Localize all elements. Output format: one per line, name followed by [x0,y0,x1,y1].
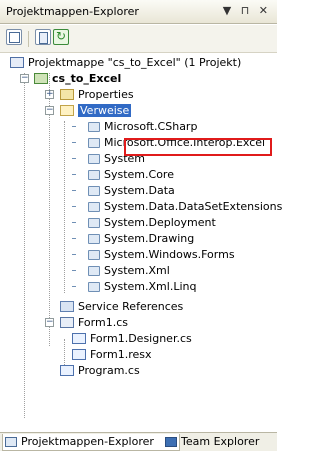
cs-file-icon [72,333,86,344]
tree-line [24,73,25,418]
service-references-node[interactable]: Service References [60,299,183,315]
reference-icon [88,218,100,228]
solution-icon [10,57,24,68]
resx-file-icon [72,349,86,360]
program-label: Program.cs [78,364,140,377]
tab-label: Team Explorer [181,435,260,448]
program-node[interactable]: Program.cs [60,363,140,379]
collapse-project-icon[interactable]: − [20,74,29,83]
tab-team-explorer[interactable]: Team Explorer [163,434,259,450]
project-node[interactable]: cs_to_Excel [34,71,121,87]
panel-titlebar: Projektmappen-Explorer ▼ ⊓ ✕ [0,0,277,24]
form-child-label: Form1.resx [90,348,152,361]
reference-label: Microsoft.CSharp [104,120,198,133]
reference-icon [88,170,100,180]
solution-explorer-icon [5,437,17,447]
reference-label: System.Xml [104,264,170,277]
panel-window-controls[interactable]: ▼ ⊓ ✕ [223,4,271,17]
reference-icon [88,282,100,292]
reference-icon [88,186,100,196]
open-folder-icon [60,105,74,116]
properties-label: Properties [78,88,134,101]
reference-icon [88,250,100,260]
form-child-node[interactable]: Form1.Designer.cs [72,331,192,347]
reference-label: System.Windows.Forms [104,248,235,261]
highlight-box [124,138,272,156]
references-label: Verweise [78,104,132,117]
references-node[interactable]: Verweise [60,103,132,119]
reference-item[interactable]: System.Drawing [72,231,194,247]
reference-icon [88,202,100,212]
bottom-tabs: Projektmappen-Explorer Team Explorer [0,432,277,451]
solution-node[interactable]: Projektmappe "cs_to_Excel" (1 Projekt) [10,55,241,71]
collapse-form-icon[interactable]: − [45,318,54,327]
team-explorer-icon [165,437,177,447]
toolbar-separator [28,31,29,47]
show-all-files-icon[interactable] [35,29,51,45]
reference-item[interactable]: System.Deployment [72,215,216,231]
reference-item[interactable]: System.Data.DataSetExtensions [72,199,282,215]
tree-line [64,121,65,293]
reference-icon [88,266,100,276]
panel-title: Projektmappen-Explorer [6,5,139,18]
toolbar [0,25,277,53]
solution-tree: Projektmappe "cs_to_Excel" (1 Projekt) −… [0,53,282,453]
properties-icon [60,89,74,100]
form-child-node[interactable]: Form1.resx [72,347,152,363]
tab-solution-explorer[interactable]: Projektmappen-Explorer [2,434,180,451]
collapse-references-icon[interactable]: − [45,106,54,115]
expand-properties-icon[interactable]: + [45,90,54,99]
reference-icon [88,154,100,164]
csharp-project-icon [34,73,48,84]
reference-label: System.Drawing [104,232,195,245]
reference-item[interactable]: System.Data [72,183,175,199]
cs-file-icon [60,365,74,376]
form-child-label: Form1.Designer.cs [90,332,192,345]
reference-label: System.Deployment [104,216,216,229]
form-node[interactable]: Form1.cs [60,315,128,331]
form-label: Form1.cs [78,316,128,329]
reference-label: System.Core [104,168,174,181]
reference-label: System.Data [104,184,175,197]
service-references-icon [60,301,74,312]
refresh-icon[interactable] [53,29,69,45]
tab-label: Projektmappen-Explorer [21,435,154,448]
solution-label: Projektmappe "cs_to_Excel" (1 Projekt) [28,56,242,69]
reference-item[interactable]: Microsoft.CSharp [72,119,197,135]
reference-item[interactable]: System.Xml [72,263,170,279]
reference-label: System.Data.DataSetExtensions [104,200,283,213]
properties-button-icon[interactable] [6,29,22,45]
properties-node[interactable]: Properties [60,87,134,103]
reference-item[interactable]: System.Windows.Forms [72,247,235,263]
form-icon [60,317,74,328]
reference-icon [88,234,100,244]
reference-icon [88,138,100,148]
reference-item[interactable]: System.Xml.Linq [72,279,196,295]
reference-label: System.Xml.Linq [104,280,197,293]
reference-item[interactable]: System.Core [72,167,174,183]
project-label: cs_to_Excel [52,72,122,85]
reference-icon [88,122,100,132]
service-references-label: Service References [78,300,184,313]
